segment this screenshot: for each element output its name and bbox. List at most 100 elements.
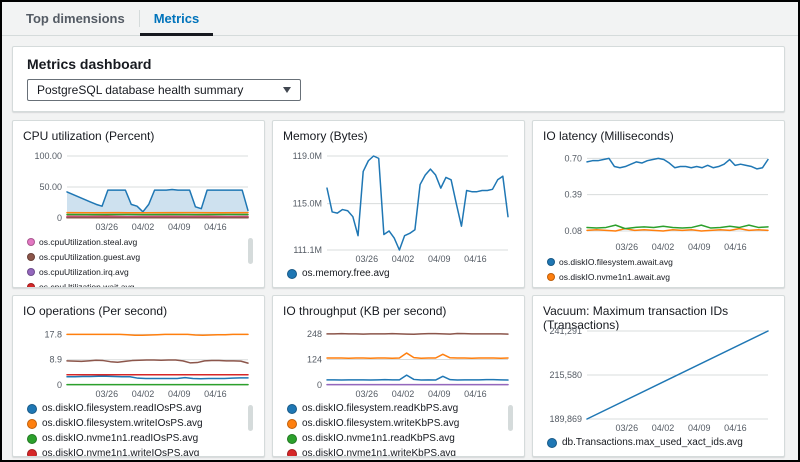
chart-legend-area: os.diskIO.filesystem.await.avg os.diskIO.… — [543, 253, 774, 287]
legend-scrollbar[interactable] — [508, 405, 513, 431]
legend-item: os.diskIO.filesystem.writeKbPS.avg — [287, 418, 506, 429]
svg-text:241,291: 241,291 — [549, 326, 582, 336]
legend-label: os.diskIO.filesystem.writeIOsPS.avg — [42, 418, 203, 429]
legend-item: os.diskIO.filesystem.readKbPS.avg — [287, 403, 506, 414]
legend-label: os.diskIO.filesystem.writeKbPS.avg — [302, 418, 459, 429]
legend-item: os.diskIO.nvme1n1.writeIOsPS.avg — [27, 448, 246, 456]
svg-text:04/02: 04/02 — [392, 389, 415, 399]
svg-text:04/09: 04/09 — [688, 242, 711, 252]
chart-title: IO latency (Milliseconds) — [543, 129, 774, 149]
chart-legend-area: os.diskIO.filesystem.readKbPS.avg os.disk… — [283, 400, 514, 456]
chart-card-cpu-utilization: CPU utilization (Percent) 100.0050.00003… — [12, 120, 265, 288]
svg-text:111.1M: 111.1M — [293, 245, 322, 255]
svg-text:04/09: 04/09 — [428, 254, 451, 264]
page-title: Metrics dashboard — [27, 56, 770, 72]
svg-text:0: 0 — [317, 380, 322, 390]
svg-text:04/02: 04/02 — [392, 254, 415, 264]
svg-text:17.8: 17.8 — [44, 329, 62, 339]
legend-item: os.cpuUtilization.steal.avg — [27, 236, 137, 247]
tab-top-dimensions-label: Top dimensions — [26, 11, 125, 26]
legend-label: os.diskIO.rdsdev.await.avg — [559, 287, 660, 288]
chart-title: IO operations (Per second) — [23, 304, 254, 324]
legend-label: os.cpuUtilization.irq.avg — [39, 267, 129, 277]
chart-card-io-latency: IO latency (Milliseconds) 0.700.390.0803… — [532, 120, 785, 288]
tab-metrics[interactable]: Metrics — [140, 2, 214, 35]
chart-card-io-operations: IO operations (Per second) 17.8 8.9 0 03/26… — [12, 295, 265, 457]
legend-label: os.diskIO.filesystem.await.avg — [559, 257, 673, 267]
svg-text:04/16: 04/16 — [464, 254, 487, 264]
legend-label: os.diskIO.nvme1n1.readKbPS.avg — [302, 433, 455, 444]
series-color-dot — [27, 253, 35, 261]
svg-text:04/09: 04/09 — [428, 389, 451, 399]
svg-text:04/16: 04/16 — [724, 242, 747, 252]
svg-text:248: 248 — [307, 329, 322, 339]
svg-text:0.08: 0.08 — [564, 226, 582, 236]
legend-item: os.diskIO.filesystem.readIOsPS.avg — [27, 403, 246, 414]
series-color-dot — [287, 404, 297, 414]
legend-label: db.Transactions.max_used_xact_ids.avg — [562, 437, 743, 448]
legend-item: os.diskIO.nvme1n1.await.avg — [547, 271, 670, 282]
legend-label: os.cpuUtilization.wait.avg — [39, 282, 134, 288]
svg-text:0.39: 0.39 — [564, 190, 582, 200]
legend-item: os.diskIO.nvme1n1.readIOsPS.avg — [27, 433, 246, 444]
chevron-down-icon — [283, 87, 291, 93]
svg-text:04/02: 04/02 — [132, 389, 155, 399]
legend-scrollbar[interactable] — [248, 405, 253, 431]
chart-plot[interactable]: 0.700.390.0803/2604/0204/0904/16 — [543, 149, 774, 253]
svg-text:119.0M: 119.0M — [293, 151, 322, 161]
dashboard-select[interactable]: PostgreSQL database health summary — [27, 79, 301, 101]
chart-plot[interactable]: 100.0050.00003/2604/0204/0904/16 — [23, 149, 254, 233]
svg-text:8.9: 8.9 — [49, 355, 62, 365]
svg-text:03/26: 03/26 — [356, 389, 379, 399]
series-color-dot — [27, 238, 35, 246]
svg-text:04/09: 04/09 — [168, 222, 191, 232]
svg-text:04/16: 04/16 — [724, 423, 747, 433]
svg-text:03/26: 03/26 — [616, 423, 639, 433]
svg-text:0: 0 — [57, 213, 62, 223]
legend-label: os.cpuUtilization.steal.avg — [39, 237, 137, 247]
svg-text:04/02: 04/02 — [652, 242, 675, 252]
series-color-dot — [27, 449, 37, 457]
series-color-dot — [287, 449, 297, 457]
svg-text:189,869: 189,869 — [549, 414, 582, 424]
metrics-dashboard-panel: Metrics dashboard PostgreSQL database he… — [12, 46, 785, 112]
series-color-dot — [547, 258, 555, 266]
svg-text:0: 0 — [57, 380, 62, 390]
chart-legend-area: db.Transactions.max_used_xact_ids.avg — [543, 434, 774, 456]
legend-label: os.diskIO.nvme1n1.readIOsPS.avg — [42, 433, 198, 444]
legend-label: os.diskIO.nvme1n1.writeKbPS.avg — [302, 448, 456, 456]
svg-text:04/02: 04/02 — [652, 423, 675, 433]
legend-item: os.cpuUtilization.wait.avg — [27, 281, 134, 287]
svg-text:03/26: 03/26 — [356, 254, 379, 264]
chart-legend: os.diskIO.filesystem.readKbPS.avg os.disk… — [283, 400, 514, 456]
chart-title: CPU utilization (Percent) — [23, 129, 254, 149]
legend-item: os.diskIO.nvme1n1.writeKbPS.avg — [287, 448, 506, 456]
chart-plot[interactable]: 241,291215,580189,86903/2604/0204/0904/1… — [543, 324, 774, 434]
chart-card-memory: Memory (Bytes) 119.0M 115.0M 111.1M 03/26 04… — [272, 120, 525, 288]
chart-legend-area: os.diskIO.filesystem.readIOsPS.avg os.dis… — [23, 400, 254, 456]
chart-legend-area: os.cpuUtilization.steal.avg os.cpuUtiliza… — [23, 233, 254, 287]
legend-item: os.diskIO.nvme1n1.readKbPS.avg — [287, 433, 506, 444]
chart-card-io-throughput: IO throughput (KB per second) 248124003/… — [272, 295, 525, 457]
svg-text:115.0M: 115.0M — [293, 199, 322, 209]
chart-legend: os.memory.free.avg — [283, 265, 514, 279]
chart-plot[interactable]: 119.0M 115.0M 111.1M 03/26 04/02 04/09 04/16 — [283, 149, 514, 265]
svg-text:03/26: 03/26 — [96, 389, 119, 399]
legend-item: os.cpuUtilization.guest.avg — [27, 251, 140, 262]
svg-text:03/26: 03/26 — [616, 242, 639, 252]
svg-text:50.00: 50.00 — [39, 182, 62, 192]
legend-label: os.memory.free.avg — [302, 268, 390, 279]
legend-scrollbar[interactable] — [248, 238, 253, 264]
charts-grid: CPU utilization (Percent) 100.0050.00003… — [12, 120, 785, 457]
chart-title: Memory (Bytes) — [283, 129, 514, 149]
svg-text:04/09: 04/09 — [168, 389, 191, 399]
series-color-dot — [547, 438, 557, 448]
legend-item: os.diskIO.rdsdev.await.avg — [547, 286, 660, 287]
dashboard-select-value: PostgreSQL database health summary — [37, 83, 243, 97]
chart-plot[interactable]: 17.88.9003/2604/0204/0904/16 — [23, 324, 254, 400]
legend-item: os.cpuUtilization.irq.avg — [27, 266, 132, 277]
tab-top-dimensions[interactable]: Top dimensions — [12, 2, 139, 35]
svg-text:215,580: 215,580 — [549, 370, 582, 380]
legend-label: os.diskIO.filesystem.readIOsPS.avg — [42, 403, 202, 414]
chart-plot[interactable]: 248124003/2604/0204/0904/16 — [283, 324, 514, 400]
